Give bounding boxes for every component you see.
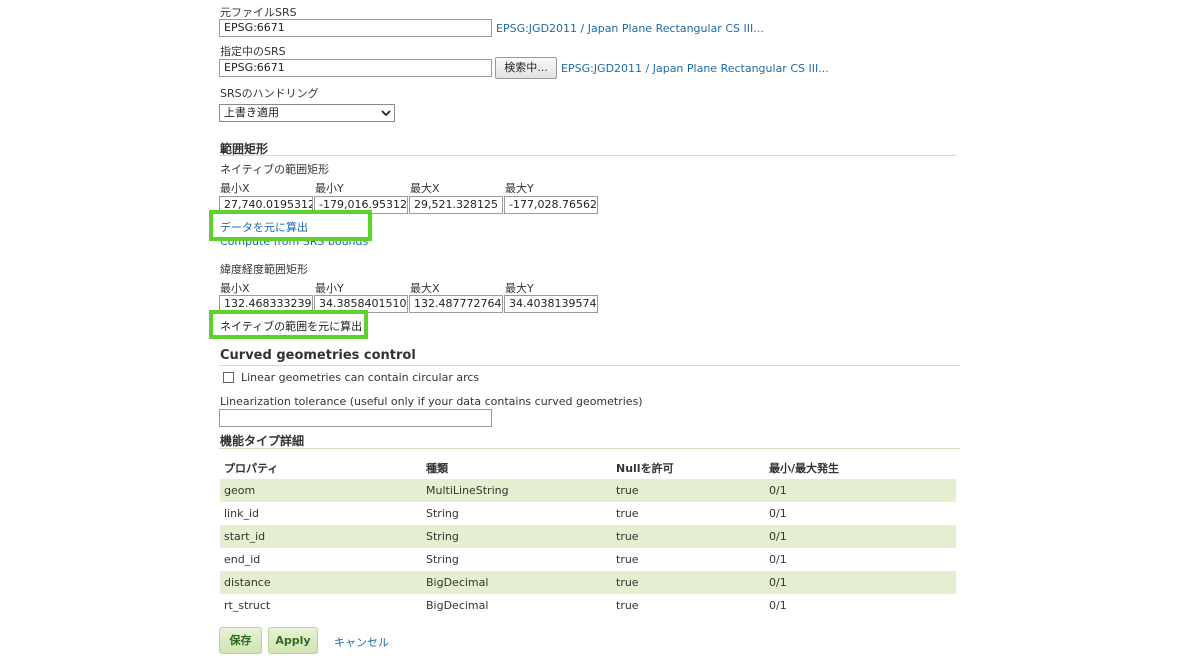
column-header: Nullを許可 bbox=[616, 461, 674, 475]
curved-section-title: Curved geometries control bbox=[220, 348, 416, 363]
cancel-link[interactable]: キャンセル bbox=[334, 634, 389, 650]
property-cell: start_id bbox=[220, 525, 422, 548]
table-row: start_id String true 0/1 bbox=[220, 525, 956, 548]
property-cell: geom bbox=[220, 479, 422, 502]
chevron-down-icon bbox=[381, 106, 391, 126]
declared-srs-link[interactable]: EPSG:JGD2011 / Japan Plane Rectangular C… bbox=[496, 22, 764, 35]
native-maxy-label: 最大Y bbox=[505, 182, 534, 195]
declared-srs-field[interactable]: EPSG:6671 bbox=[219, 19, 492, 37]
native-maxx-input[interactable]: 29,521.328125 bbox=[409, 196, 503, 214]
type-cell: String bbox=[426, 553, 459, 566]
native-bbox-label: ネイティブの範囲矩形 bbox=[220, 163, 330, 176]
native-miny-label: 最小Y bbox=[315, 182, 344, 195]
srs-search-button[interactable]: 検索中... bbox=[495, 57, 557, 79]
table-row: end_id String true 0/1 bbox=[220, 548, 956, 571]
srs-handling-label: SRSのハンドリング bbox=[220, 87, 319, 100]
nillable-cell: true bbox=[616, 553, 639, 566]
nillable-cell: true bbox=[612, 525, 765, 548]
specified-srs-label: 指定中のSRS bbox=[220, 45, 286, 58]
table-row: link_id String true 0/1 bbox=[220, 502, 956, 525]
property-cell: distance bbox=[220, 571, 422, 594]
srs-handling-select[interactable]: 上書き適用 bbox=[219, 104, 395, 122]
save-button[interactable]: 保存 bbox=[219, 627, 262, 654]
declared-srs-label: 元ファイルSRS bbox=[220, 6, 297, 19]
column-header: 種類 bbox=[426, 461, 448, 475]
occurrence-cell: 0/1 bbox=[769, 507, 787, 520]
native-maxy-input[interactable]: -177,028.765625 bbox=[504, 196, 598, 214]
curved-divider bbox=[219, 365, 960, 366]
specified-srs-field[interactable]: EPSG:6671 bbox=[219, 59, 492, 77]
type-cell: BigDecimal bbox=[422, 571, 612, 594]
table-row: distance BigDecimal true 0/1 bbox=[220, 571, 956, 594]
highlight-box bbox=[209, 310, 368, 339]
latlon-maxx-input[interactable]: 132.487772764956 bbox=[409, 295, 503, 313]
occurrence-cell: 0/1 bbox=[769, 599, 787, 612]
attributes-table: プロパティ 種類 Nullを許可 最小/最大発生 geom MultiLineS… bbox=[220, 456, 956, 617]
feature-type-divider bbox=[219, 448, 960, 449]
bbox-divider bbox=[219, 155, 956, 156]
table-row: rt_struct BigDecimal true 0/1 bbox=[220, 594, 956, 617]
type-cell: BigDecimal bbox=[426, 599, 489, 612]
tolerance-input[interactable] bbox=[219, 409, 492, 427]
specified-srs-link[interactable]: EPSG:JGD2011 / Japan Plane Rectangular C… bbox=[561, 62, 829, 75]
native-maxx-label: 最大X bbox=[410, 182, 440, 195]
latlon-maxy-input[interactable]: 34.4038139574104 bbox=[504, 295, 598, 313]
latlon-bbox-label: 緯度経度範囲矩形 bbox=[220, 263, 308, 276]
table-header-row: プロパティ 種類 Nullを許可 最小/最大発生 bbox=[220, 456, 956, 479]
latlon-maxx-label: 最大X bbox=[410, 282, 440, 295]
highlight-box bbox=[209, 210, 372, 241]
property-cell: rt_struct bbox=[224, 599, 271, 612]
type-cell: MultiLineString bbox=[422, 479, 612, 502]
nillable-cell: true bbox=[612, 479, 765, 502]
type-cell: String bbox=[422, 525, 612, 548]
srs-handling-value: 上書き適用 bbox=[224, 106, 279, 119]
circular-arcs-label: Linear geometries can contain circular a… bbox=[241, 371, 480, 384]
latlon-maxy-label: 最大Y bbox=[505, 282, 534, 295]
property-cell: end_id bbox=[224, 553, 261, 566]
occurrence-cell: 0/1 bbox=[765, 571, 956, 594]
nillable-cell: true bbox=[616, 599, 639, 612]
circular-arcs-checkbox[interactable] bbox=[223, 372, 234, 383]
occurrence-cell: 0/1 bbox=[765, 525, 956, 548]
tolerance-label: Linearization tolerance (useful only if … bbox=[220, 395, 643, 408]
apply-button[interactable]: Apply bbox=[268, 627, 318, 654]
occurrence-cell: 0/1 bbox=[765, 479, 956, 502]
nillable-cell: true bbox=[616, 507, 639, 520]
column-header: 最小/最大発生 bbox=[769, 461, 840, 475]
property-cell: link_id bbox=[224, 507, 259, 520]
type-cell: String bbox=[426, 507, 459, 520]
nillable-cell: true bbox=[612, 571, 765, 594]
table-row: geom MultiLineString true 0/1 bbox=[220, 479, 956, 502]
column-header: プロパティ bbox=[224, 461, 279, 475]
native-minx-label: 最小X bbox=[220, 182, 250, 195]
feature-type-title: 機能タイプ詳細 bbox=[220, 434, 305, 448]
latlon-minx-label: 最小X bbox=[220, 282, 250, 295]
occurrence-cell: 0/1 bbox=[769, 553, 787, 566]
latlon-miny-label: 最小Y bbox=[315, 282, 344, 295]
